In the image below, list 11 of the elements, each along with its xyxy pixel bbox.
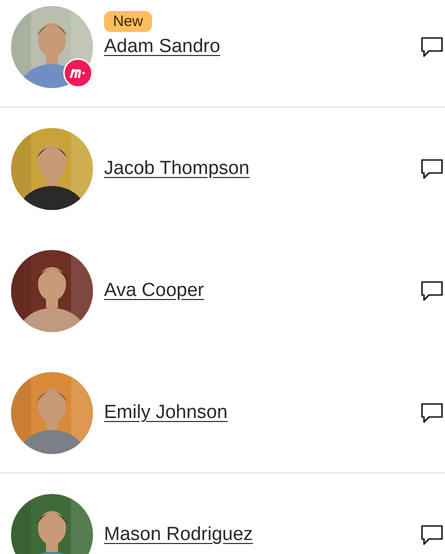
member-name-link[interactable]: Emily Johnson bbox=[104, 402, 228, 423]
new-badge: New bbox=[104, 11, 152, 32]
member-name-link[interactable]: Jacob Thompson bbox=[104, 158, 250, 179]
chat-icon[interactable] bbox=[421, 280, 443, 302]
chat-icon[interactable] bbox=[421, 524, 443, 546]
member-name-link[interactable]: Adam Sandro bbox=[104, 36, 220, 57]
chat-icon[interactable] bbox=[421, 36, 443, 58]
chat-icon[interactable] bbox=[421, 158, 443, 180]
member-name-link[interactable]: Mason Rodriguez bbox=[104, 524, 253, 545]
chat-icon[interactable] bbox=[421, 402, 443, 424]
member-name-link[interactable]: Ava Cooper bbox=[104, 280, 204, 301]
